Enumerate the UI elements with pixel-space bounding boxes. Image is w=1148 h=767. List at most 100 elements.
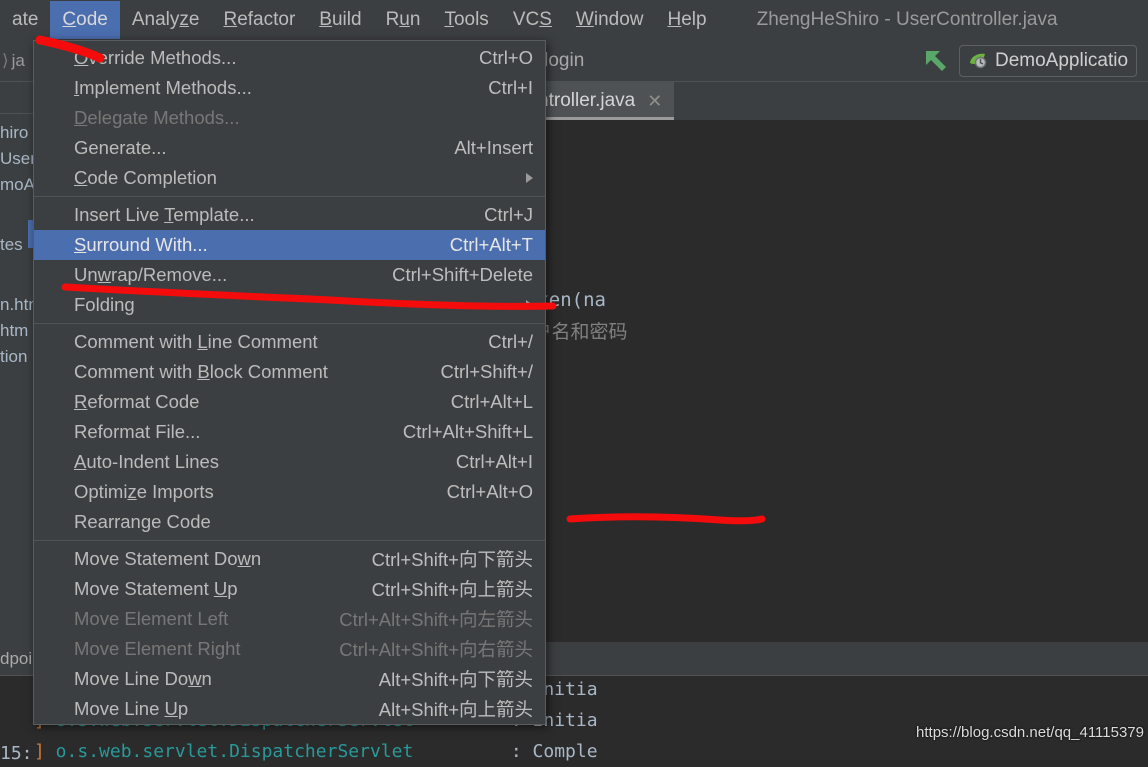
menu-item-rearrange-code[interactable]: Rearrange Code xyxy=(34,507,545,537)
chevron-right-icon: ⟩ xyxy=(2,50,9,70)
menu-item-help[interactable]: Help xyxy=(656,1,719,39)
menu-separator xyxy=(34,540,545,541)
menu-item-label: Reformat Code xyxy=(74,391,200,412)
menu-item-surround-with[interactable]: Surround With... Ctrl+Alt+T xyxy=(34,230,545,260)
menu-mnemonic-t: T xyxy=(444,9,454,30)
tree-row[interactable]: hiro xyxy=(0,120,34,146)
menu-item-reformat-code[interactable]: Reformat Code Ctrl+Alt+L xyxy=(34,387,545,417)
menu-item-label: Folding xyxy=(74,294,135,315)
tree-row[interactable]: UserR xyxy=(0,146,34,172)
menu-item-shortcut: Ctrl+Shift+Delete xyxy=(392,264,533,285)
menu-item-label: Move Line Down xyxy=(74,668,212,689)
console-logger: o.s.web.servlet.DispatcherServlet xyxy=(44,741,414,762)
menu-item-analyze[interactable]: Analyze xyxy=(120,1,212,39)
menu-item-code-completion[interactable]: Code Completion xyxy=(34,163,545,193)
console-message: : Comple xyxy=(413,741,598,762)
menu-mnemonic-w: W xyxy=(575,9,594,30)
menu-item-shortcut: Ctrl+Alt+Shift+向右箭头 xyxy=(339,639,533,660)
tree-row[interactable]: htm xyxy=(0,318,34,344)
menu-item-auto-indent-lines[interactable]: Auto-Indent Lines Ctrl+Alt+I xyxy=(34,447,545,477)
menu-item-unwrap-remove[interactable]: Unwrap/Remove... Ctrl+Shift+Delete xyxy=(34,260,545,290)
menu-item-truncated[interactable]: ate xyxy=(0,1,50,39)
menu-item-refactor[interactable]: Refactor xyxy=(211,1,307,39)
menu-item-shortcut: Ctrl+Shift+/ xyxy=(440,361,533,382)
menu-mnemonic-b: B xyxy=(319,9,332,30)
menu-item-label: Override Methods... xyxy=(74,47,237,68)
menu-item-shortcut: Ctrl+O xyxy=(479,47,533,68)
menu-item-label: Unwrap/Remove... xyxy=(74,264,228,285)
menu-mnemonic-r: R xyxy=(223,9,238,30)
menu-item-label: Code Completion xyxy=(74,167,217,188)
menu-label-code: ode xyxy=(76,9,108,30)
menu-item-label: Comment with Block Comment xyxy=(74,361,328,382)
menu-item-run[interactable]: Run xyxy=(374,1,433,39)
menu-item-label: Reformat File... xyxy=(74,421,201,442)
menu-item-label: Move Element Left xyxy=(74,608,229,629)
menu-item-vcs[interactable]: VCS xyxy=(501,1,564,39)
menu-item-folding[interactable]: Folding xyxy=(34,290,545,320)
menu-item-shortcut: Ctrl+/ xyxy=(488,331,533,352)
menu-item-tools[interactable]: Tools xyxy=(432,1,500,39)
menu-separator xyxy=(34,323,545,324)
tree-row[interactable]: moAp xyxy=(0,172,34,198)
menu-item-comment-with-line-comment[interactable]: Comment with Line Comment Ctrl+/ xyxy=(34,327,545,357)
menu-item-move-line-down[interactable]: Move Line Down Alt+Shift+向下箭头 xyxy=(34,664,545,694)
menu-item-label: Move Element Right xyxy=(74,638,241,659)
menu-item-shortcut: Alt+Shift+向下箭头 xyxy=(378,669,533,690)
menu-item-reformat-file[interactable]: Reformat File... Ctrl+Alt+Shift+L xyxy=(34,417,545,447)
menu-item-label: Delegate Methods... xyxy=(74,107,240,128)
menu-item-shortcut: Ctrl+Alt+L xyxy=(450,391,533,412)
run-configuration-selector[interactable]: DemoApplicatio xyxy=(959,45,1138,77)
menu-item-label: Move Statement Down xyxy=(74,548,262,569)
menu-mnemonic-c: C xyxy=(62,9,77,30)
tree-row[interactable]: n.htm xyxy=(0,292,34,318)
menu-item-label: Auto-Indent Lines xyxy=(74,451,220,472)
menu-item-code[interactable]: Code xyxy=(50,1,120,39)
console-line: ] o.s.web.servlet.DispatcherServlet : Co… xyxy=(34,736,598,767)
menu-item-move-statement-down[interactable]: Move Statement Down Ctrl+Shift+向下箭头 xyxy=(34,544,545,574)
menu-item-label: Move Statement Up xyxy=(74,578,238,599)
menu-item-delegate-methods: Delegate Methods... xyxy=(34,103,545,133)
menu-item-shortcut: Ctrl+Alt+I xyxy=(455,451,533,472)
menu-item-move-statement-up[interactable]: Move Statement Up Ctrl+Shift+向上箭头 xyxy=(34,574,545,604)
run-configuration-label: DemoApplicatio xyxy=(995,50,1129,71)
menu-item-generate[interactable]: Generate... Alt+Insert xyxy=(34,133,545,163)
menu-item-shortcut: Alt+Insert xyxy=(454,137,533,158)
menu-item-window[interactable]: Window xyxy=(564,1,656,39)
menu-item-label: Comment with Line Comment xyxy=(74,331,318,352)
watermark-url: https://blog.csdn.net/qq_41115379 xyxy=(916,724,1144,741)
menu-item-move-element-right: Move Element Right Ctrl+Alt+Shift+向右箭头 xyxy=(34,634,545,664)
menu-item-label: Move Line Up xyxy=(74,698,189,719)
menu-item-implement-methods[interactable]: Implement Methods... Ctrl+I xyxy=(34,73,545,103)
menu-item-optimize-imports[interactable]: Optimize Imports Ctrl+Alt+O xyxy=(34,477,545,507)
menu-item-move-line-up[interactable]: Move Line Up Alt+Shift+向上箭头 xyxy=(34,694,545,724)
menu-item-insert-live-template[interactable]: Insert Live Template... Ctrl+J xyxy=(34,200,545,230)
menu-label: ate xyxy=(12,9,39,30)
menu-item-shortcut: Ctrl+Shift+向下箭头 xyxy=(371,549,533,570)
menu-item-build[interactable]: Build xyxy=(307,1,373,39)
menu-item-label: Surround With... xyxy=(74,234,208,255)
endpoints-label[interactable]: dpoin xyxy=(0,644,42,674)
chevron-right-icon xyxy=(526,300,533,310)
tree-row[interactable]: tion xyxy=(0,344,34,370)
menu-item-shortcut: Ctrl+Alt+T xyxy=(449,234,533,255)
menu-item-label: Implement Methods... xyxy=(74,77,252,98)
console-time: 15: xyxy=(0,743,33,764)
tab-close-icon[interactable]: ✕ xyxy=(647,91,662,112)
menu-item-label: Rearrange Code xyxy=(74,511,211,532)
project-breadcrumb-label: ja xyxy=(11,50,25,70)
project-breadcrumb: ⟩ ja xyxy=(0,40,34,82)
menu-item-shortcut: Ctrl+Alt+O xyxy=(446,481,533,502)
menu-item-label: Insert Live Template... xyxy=(74,204,255,225)
main-menu-bar: ate Code Analyze Refactor Build Run Tool… xyxy=(0,0,1148,40)
menu-mnemonic-u: u xyxy=(399,9,410,30)
menu-item-override-methods[interactable]: Override Methods... Ctrl+O xyxy=(34,43,545,73)
ide-window: ate Code Analyze Refactor Build Run Tool… xyxy=(0,0,1148,767)
menu-item-move-element-left: Move Element Left Ctrl+Alt+Shift+向左箭头 xyxy=(34,604,545,634)
code-menu-dropdown[interactable]: Override Methods... Ctrl+O Implement Metho… xyxy=(33,40,546,725)
chevron-right-icon xyxy=(526,173,533,183)
menu-item-comment-with-block-comment[interactable]: Comment with Block Comment Ctrl+Shift+/ xyxy=(34,357,545,387)
menu-item-shortcut: Ctrl+Alt+Shift+L xyxy=(402,421,533,442)
menu-mnemonic-h: H xyxy=(667,9,682,30)
navigate-back-arrow-icon[interactable] xyxy=(922,47,950,75)
